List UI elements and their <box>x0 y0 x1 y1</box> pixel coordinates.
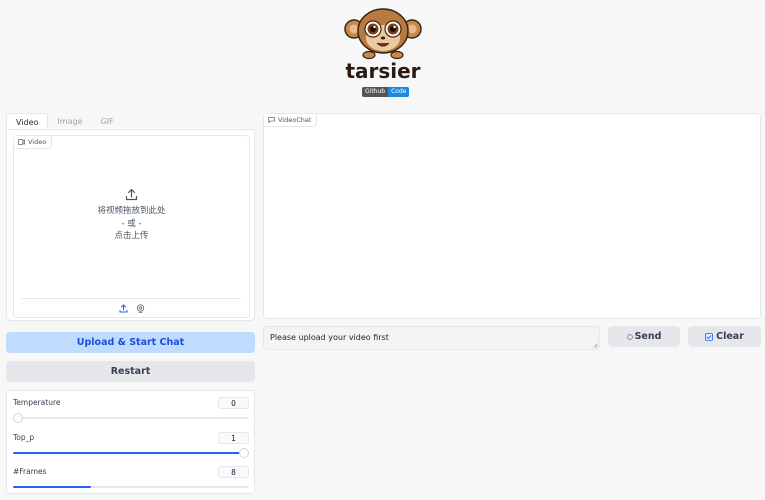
send-button[interactable]: Send <box>608 326 680 347</box>
temperature-label: Temperature <box>13 398 61 407</box>
top-p-label: Top_p <box>13 433 34 442</box>
badge-github-label: Github <box>362 87 388 97</box>
send-icon <box>627 334 633 340</box>
clear-button-label: Clear <box>716 331 744 342</box>
video-chat-panel: VideoChat <box>263 113 761 319</box>
temperature-input[interactable]: 0 <box>218 397 249 409</box>
frames-slider-group: #Frames 8 <box>13 462 249 492</box>
chat-label-text: VideoChat <box>278 114 311 127</box>
video-upload-area[interactable]: Video 将视频拖放到此处 - 或 - 点击上传 <box>13 135 250 318</box>
webcam-source-icon[interactable] <box>136 304 145 313</box>
restart-button[interactable]: Restart <box>6 361 255 382</box>
temperature-slider-handle[interactable] <box>13 413 23 423</box>
top-p-slider[interactable] <box>13 452 249 454</box>
video-source-toolbar <box>22 298 241 318</box>
clear-button[interactable]: Clear <box>688 326 761 347</box>
or-text: - 或 - <box>14 218 249 231</box>
tarsier-logo: tarsier <box>343 5 423 83</box>
temperature-slider[interactable] <box>13 417 249 419</box>
frames-input[interactable]: 8 <box>218 466 249 478</box>
video-label-text: Video <box>28 136 46 149</box>
click-upload-text: 点击上传 <box>14 230 249 243</box>
resize-handle-icon[interactable] <box>593 343 598 348</box>
top-p-slider-handle[interactable] <box>239 448 249 458</box>
video-panel: Video 将视频拖放到此处 - 或 - 点击上传 <box>6 129 255 321</box>
upload-source-icon[interactable] <box>119 304 128 313</box>
top-p-input[interactable]: 1 <box>218 432 249 444</box>
github-badge[interactable]: Github Code <box>362 87 409 97</box>
frames-slider[interactable] <box>13 486 249 488</box>
video-block-label: Video <box>14 136 52 149</box>
parameter-panel: Temperature 0 Top_p 1 #Frames 8 <box>6 390 255 494</box>
tab-gif[interactable]: GIF <box>91 113 122 130</box>
badge-code-label: Code <box>388 87 409 97</box>
upload-start-chat-button[interactable]: Upload & Start Chat <box>6 332 255 353</box>
chatbot-block-label: VideoChat <box>264 114 317 127</box>
chat-icon <box>268 117 275 123</box>
send-button-label: Send <box>635 331 662 342</box>
drop-zone[interactable]: 将视频拖放到此处 - 或 - 点击上传 <box>14 188 249 243</box>
upload-icon <box>125 188 138 201</box>
message-input[interactable]: Please upload your video first <box>263 326 600 350</box>
svg-text:tarsier: tarsier <box>345 59 420 83</box>
media-tabs: Video Image GIF <box>6 113 256 130</box>
drop-text: 将视频拖放到此处 <box>14 205 249 218</box>
tab-image[interactable]: Image <box>48 113 91 130</box>
frames-label: #Frames <box>13 467 47 476</box>
video-camera-icon <box>18 139 25 145</box>
clear-checkbox-icon <box>705 333 713 341</box>
temperature-slider-group: Temperature 0 <box>13 393 249 423</box>
top-p-slider-group: Top_p 1 <box>13 428 249 458</box>
tab-video[interactable]: Video <box>6 113 48 130</box>
